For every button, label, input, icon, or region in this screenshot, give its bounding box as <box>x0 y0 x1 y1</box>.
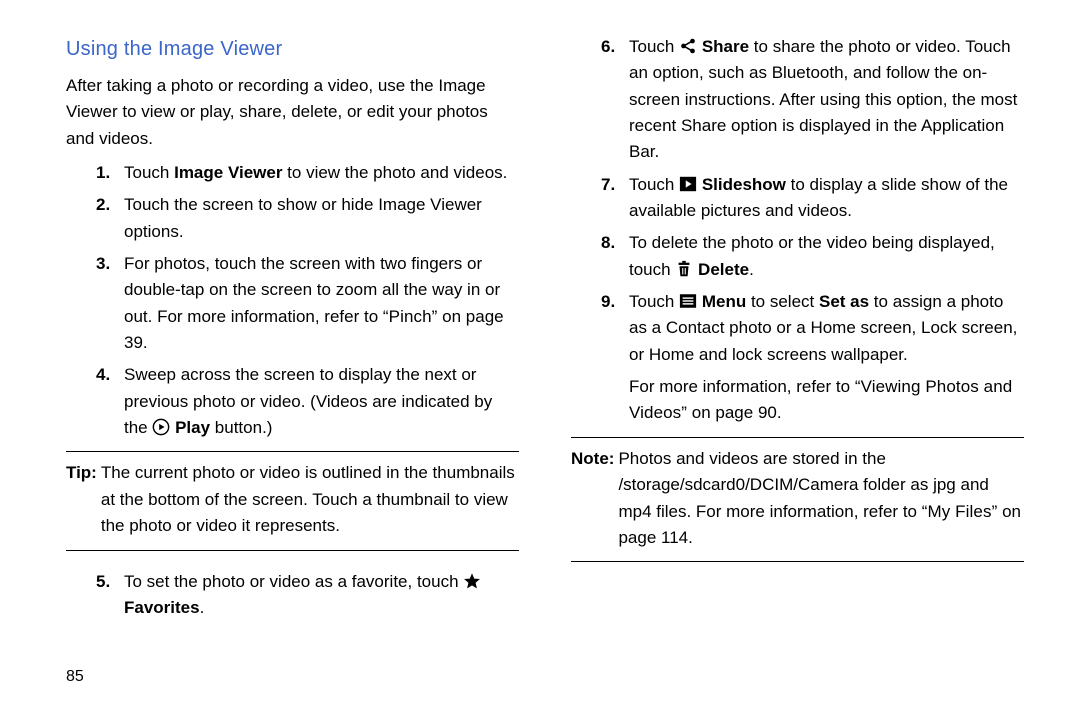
bold-text: Menu <box>702 292 746 311</box>
text: Touch <box>629 292 679 311</box>
step-number: 7. <box>601 172 629 225</box>
bold-text: Play <box>175 418 210 437</box>
intro-paragraph: After taking a photo or recording a vide… <box>66 73 519 152</box>
step-2: 2. Touch the screen to show or hide Imag… <box>66 192 519 245</box>
bold-text: Image Viewer <box>174 163 282 182</box>
text: . <box>200 598 205 617</box>
step-5: 5. To set the photo or video as a favori… <box>66 569 519 622</box>
bold-text: Share <box>702 37 749 56</box>
text: To set the photo or video as a favorite,… <box>124 572 463 591</box>
text: Touch <box>629 175 679 194</box>
text: Touch <box>124 163 174 182</box>
step-7: 7. Touch Slideshow to display a slide sh… <box>571 172 1024 225</box>
step-body: Touch Menu to select Set as to assign a … <box>629 289 1024 427</box>
tip-label: Tip: <box>66 460 97 539</box>
text: Touch <box>629 37 679 56</box>
step-number: 6. <box>601 34 629 166</box>
step-body: Touch Slideshow to display a slide show … <box>629 172 1024 225</box>
step-body: Sweep across the screen to display the n… <box>124 362 519 441</box>
step-8: 8. To delete the photo or the video bein… <box>571 230 1024 283</box>
left-column: Using the Image Viewer After taking a ph… <box>66 34 519 627</box>
bold-text: Favorites <box>124 598 200 617</box>
step-9: 9. Touch Menu to select Set as to assign… <box>571 289 1024 427</box>
play-icon <box>152 418 170 436</box>
text: on page 90. <box>687 403 782 422</box>
step-body: Touch Image Viewer to view the photo and… <box>124 160 519 186</box>
star-icon <box>463 572 481 590</box>
cross-reference: “Pinch” <box>383 307 438 326</box>
note: Note: Photos and videos are stored in th… <box>571 446 1024 551</box>
text: to view the photo and videos. <box>282 163 507 182</box>
delete-icon <box>675 260 693 278</box>
step-1: 1. Touch Image Viewer to view the photo … <box>66 160 519 186</box>
step-number: 8. <box>601 230 629 283</box>
text: button.) <box>210 418 272 437</box>
menu-icon <box>679 292 697 310</box>
right-column: 6. Touch Share to share the photo or vid… <box>571 34 1024 627</box>
step-body: To delete the photo or the video being d… <box>629 230 1024 283</box>
share-icon <box>679 37 697 55</box>
step-body: Touch Share to share the photo or video.… <box>629 34 1024 166</box>
divider <box>571 561 1024 562</box>
cross-reference: “My Files” <box>922 502 998 521</box>
step-body: Touch the screen to show or hide Image V… <box>124 192 519 245</box>
step-number: 2. <box>96 192 124 245</box>
text: to share the photo or video. Touch an op… <box>629 37 1017 161</box>
columns: Using the Image Viewer After taking a ph… <box>66 34 1024 627</box>
step-number: 9. <box>601 289 629 427</box>
text: to select <box>746 292 819 311</box>
step-3: 3. For photos, touch the screen with two… <box>66 251 519 356</box>
page-number: 85 <box>66 665 84 690</box>
step-body: For photos, touch the screen with two fi… <box>124 251 519 356</box>
slideshow-icon <box>679 175 697 193</box>
step-number: 3. <box>96 251 124 356</box>
more-info: For more information, refer to “Viewing … <box>629 374 1024 427</box>
divider <box>66 451 519 452</box>
divider <box>66 550 519 551</box>
text: For more information, refer to <box>629 377 855 396</box>
step-number: 4. <box>96 362 124 441</box>
bold-text: Slideshow <box>702 175 786 194</box>
step-body: To set the photo or video as a favorite,… <box>124 569 519 622</box>
step-6: 6. Touch Share to share the photo or vid… <box>571 34 1024 166</box>
text: . <box>749 260 754 279</box>
bold-text: Delete <box>698 260 749 279</box>
tip-body: The current photo or video is outlined i… <box>101 460 519 539</box>
section-heading: Using the Image Viewer <box>66 34 519 65</box>
step-number: 1. <box>96 160 124 186</box>
step-number: 5. <box>96 569 124 622</box>
note-body: Photos and videos are stored in the /sto… <box>618 446 1024 551</box>
tip: Tip: The current photo or video is outli… <box>66 460 519 539</box>
divider <box>571 437 1024 438</box>
note-label: Note: <box>571 446 614 551</box>
bold-text: Set as <box>819 292 869 311</box>
step-4: 4. Sweep across the screen to display th… <box>66 362 519 441</box>
